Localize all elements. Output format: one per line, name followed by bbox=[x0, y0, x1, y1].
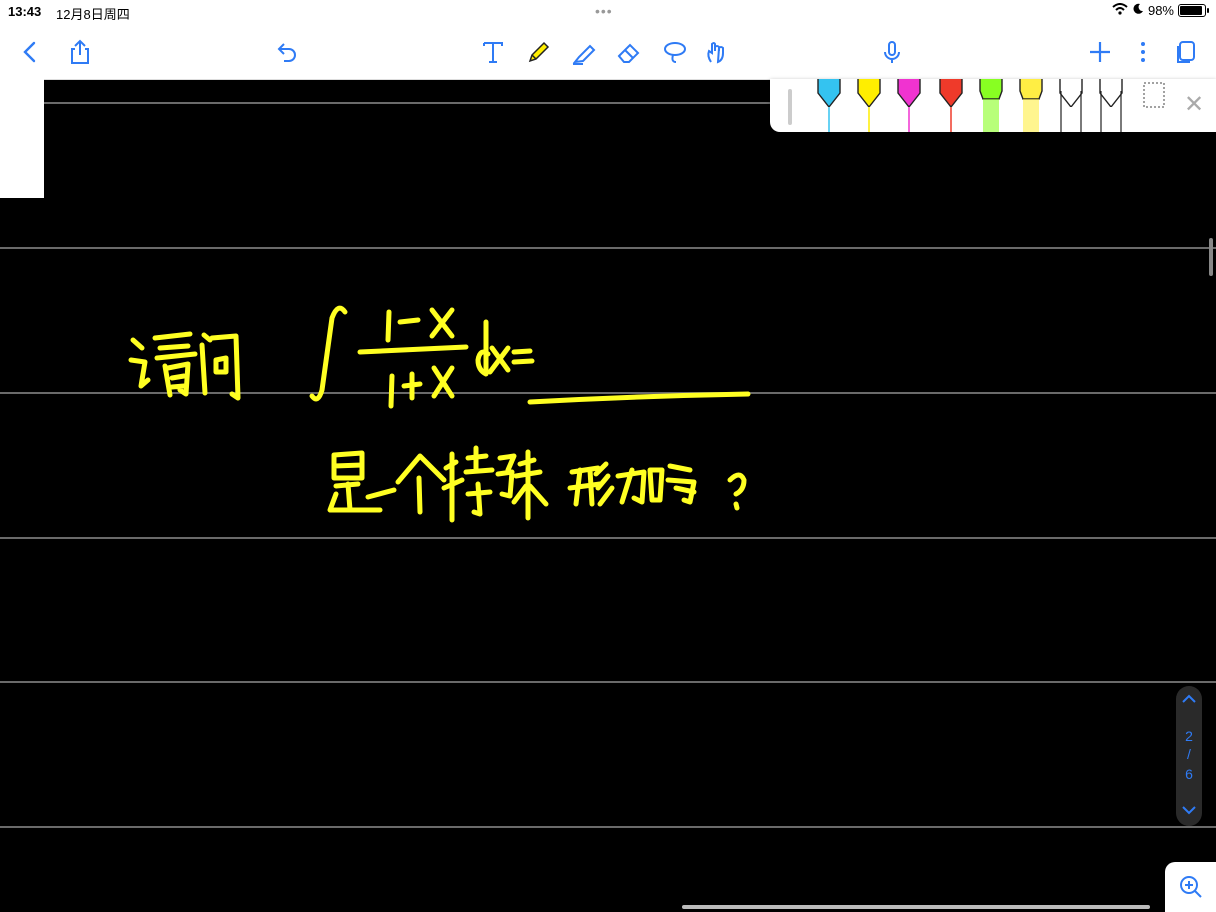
zoom-button[interactable] bbox=[1165, 862, 1216, 912]
pen-swatch[interactable] bbox=[979, 79, 1003, 132]
selection-tool-icon[interactable] bbox=[1143, 82, 1165, 108]
chevron-down-icon[interactable] bbox=[1176, 799, 1202, 824]
pen-swatch[interactable] bbox=[817, 79, 841, 132]
ink-integral bbox=[309, 305, 348, 402]
close-icon[interactable]: ✕ bbox=[1182, 93, 1206, 117]
pen-swatch[interactable] bbox=[897, 79, 921, 132]
ink-canvas[interactable] bbox=[0, 0, 1216, 912]
pen-swatch[interactable] bbox=[857, 79, 881, 132]
ink-numerator bbox=[385, 307, 455, 343]
ink-fraction-bar bbox=[357, 344, 469, 355]
page-total: 6 bbox=[1185, 766, 1193, 782]
pen-swatch[interactable] bbox=[1019, 79, 1043, 132]
home-indicator[interactable] bbox=[682, 905, 1150, 909]
pen-swatch[interactable] bbox=[1099, 79, 1123, 132]
ink-line2 bbox=[327, 445, 747, 523]
page-navigator: 2 / 6 bbox=[1176, 686, 1202, 826]
page-separator: / bbox=[1187, 746, 1191, 762]
zoom-in-icon bbox=[1179, 876, 1202, 898]
ink-answer-blank bbox=[527, 391, 751, 405]
ink-denominator bbox=[388, 365, 455, 409]
page-current: 2 bbox=[1185, 728, 1193, 744]
chevron-up-icon[interactable] bbox=[1176, 688, 1202, 713]
ink-qingwen bbox=[128, 331, 241, 401]
ink-dx bbox=[475, 319, 535, 377]
pen-swatch[interactable] bbox=[1059, 79, 1083, 132]
pen-swatch[interactable] bbox=[939, 79, 963, 132]
pen-palette: ✕ bbox=[770, 79, 1216, 132]
scrollbar[interactable] bbox=[1209, 238, 1213, 276]
